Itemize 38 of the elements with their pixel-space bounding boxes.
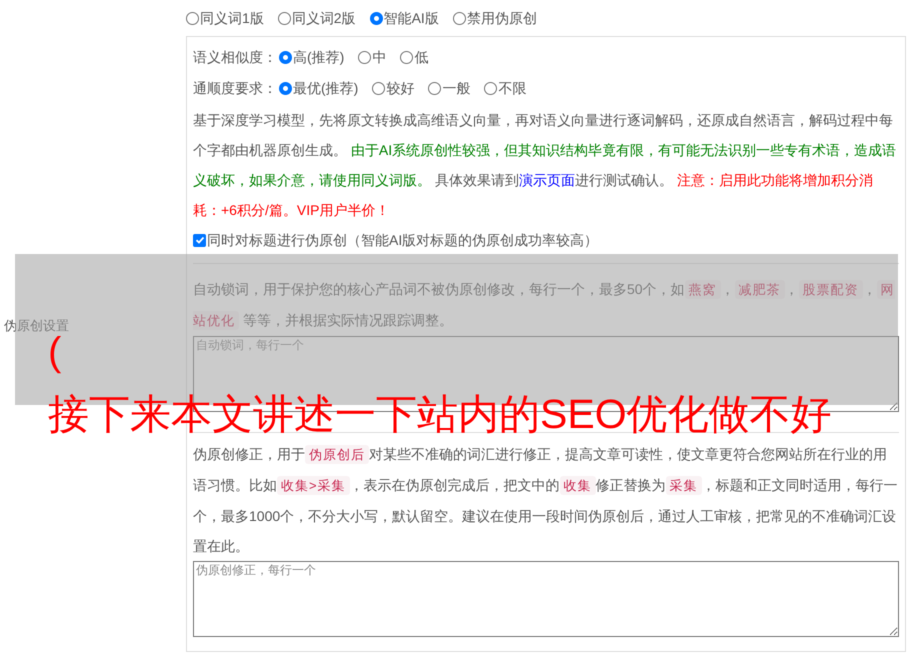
keyword-tag: 伪原创后: [305, 445, 369, 464]
radio-option[interactable]: 低: [400, 42, 428, 72]
radio-button[interactable]: [484, 82, 498, 94]
description-text: 基于深度学习模型，先将原文转换成高维语义向量，再对语义向量进行逐词解码，还原成自然语言，解码过程中每个字都由机器原创生成。 由于AI系统原创性较强，但其知识结构毕竟有限，有可能无法识别一些专有术语，造成语义破坏，如果介意，请使用同义词版。 具体效果请到演示页面进行测试确认。 注意：启用此功能将增加积分消耗：+6积分/篇。VIP用户半价！: [193, 111, 898, 220]
keyword-tag: 收集: [560, 476, 596, 495]
keyword-tag: 燕窝: [684, 280, 721, 299]
radio-option[interactable]: 最优(推荐): [279, 73, 358, 103]
radio-button[interactable]: [428, 82, 442, 94]
keyword-tag: 收集>采集: [277, 476, 350, 495]
keyword-tag: 采集: [666, 476, 702, 495]
radio-button[interactable]: [400, 50, 414, 64]
radio-option[interactable]: 同义词2版: [278, 8, 356, 28]
radio-option[interactable]: 同义词1版: [186, 8, 264, 28]
keyword-tag: 减肥茶: [734, 280, 785, 299]
radio-option[interactable]: 较好: [372, 73, 414, 103]
radio-option[interactable]: 禁用伪原创: [452, 8, 537, 28]
title-checkbox-option[interactable]: 同时对标题进行伪原创（智能AI版对标题的伪原创成功率较高）: [193, 225, 598, 255]
radio-option[interactable]: 不限: [484, 73, 526, 103]
keyword-tag: 股票配资: [798, 280, 863, 299]
description-text: 伪原创修正，用于 伪原创后 对某些不准确的词汇进行修正，提高文章可读性，使文章更符合您网站所在行业的用语习惯。比如 收集>采集 ，表示在伪原创完成后，把文中的 收集 修正替换为 采集 ，标题和正文同时适用，每行一个，最多1000个，不分大小写，默认留空。建议在使用一段时间伪原创后，通过人工审核，把常见的不准确词汇设置在此。: [193, 444, 899, 556]
radio-option[interactable]: 一般: [428, 73, 470, 103]
checkbox[interactable]: [193, 234, 206, 246]
radio-button[interactable]: [279, 50, 292, 64]
radio-button[interactable]: [186, 12, 199, 24]
field-label: 语义相似度：: [193, 48, 277, 67]
input-field[interactable]: 伪原创修正，每行一个: [193, 561, 899, 637]
radio-option[interactable]: 智能AI版: [370, 8, 439, 28]
radio-button[interactable]: [279, 82, 292, 94]
radio-button[interactable]: [278, 12, 291, 24]
description-text: 自动锁词，用于保护您的核心产品词不被伪原创修改，每行一个，最多50个，如 燕窝 ， 减肥茶 ， 股票配资 ， 网站优化 等等，并根据实际情况跟踪调整。: [193, 279, 896, 332]
field-label: 通顺度要求：: [193, 79, 277, 98]
radio-button[interactable]: [370, 12, 383, 24]
demo-link[interactable]: 演示页面: [518, 172, 575, 188]
radio-button[interactable]: [372, 82, 386, 94]
radio-button[interactable]: [358, 50, 372, 64]
radio-button[interactable]: [452, 12, 466, 24]
radio-option[interactable]: 中: [358, 42, 386, 72]
radio-option[interactable]: 高(推荐): [279, 42, 344, 72]
